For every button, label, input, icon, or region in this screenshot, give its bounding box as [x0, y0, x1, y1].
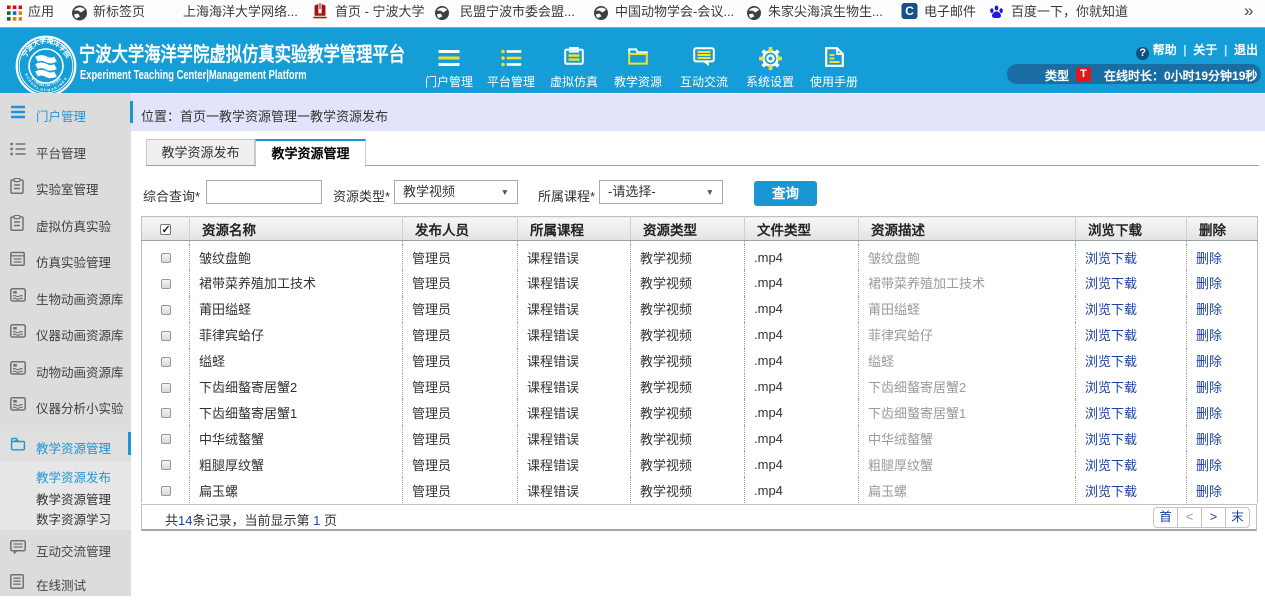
- svg-text:S: S: [63, 76, 68, 81]
- svg-text:C: C: [905, 4, 914, 18]
- svg-text:O: O: [41, 83, 44, 87]
